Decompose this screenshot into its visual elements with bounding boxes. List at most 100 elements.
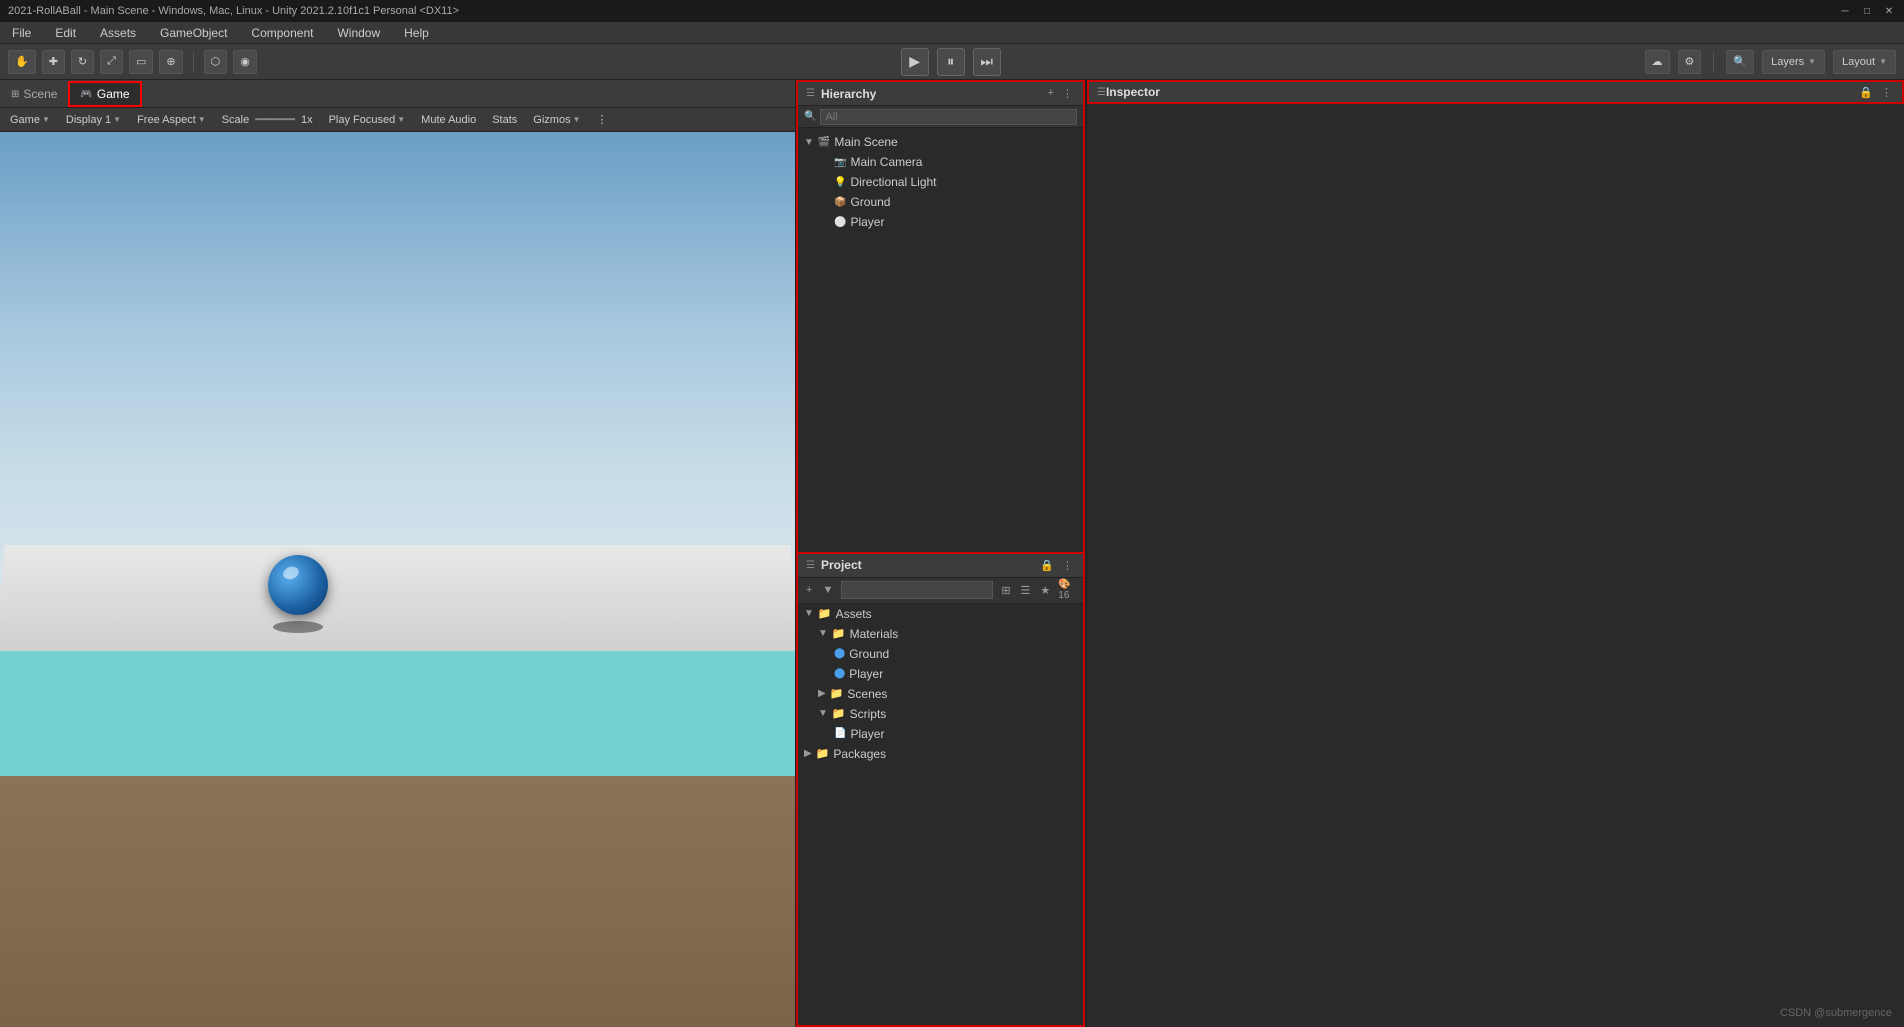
project-favorite[interactable]: ★	[1038, 584, 1052, 597]
scale-tool[interactable]: ⤢	[100, 50, 123, 74]
scenes-folder-icon: 📁	[830, 687, 844, 700]
close-button[interactable]: ✕	[1882, 4, 1896, 18]
pause-button[interactable]: ⏸	[937, 48, 965, 76]
rect-tool[interactable]: ▭	[129, 50, 153, 74]
play-focused-dropdown[interactable]: Play Focused ▼	[325, 113, 410, 127]
inspector-icon: ☰	[1097, 87, 1106, 98]
assets-folder-icon: 📁	[818, 607, 832, 620]
player-material-label: Player	[849, 667, 883, 681]
list-item[interactable]: 📷 Main Camera	[798, 152, 1083, 172]
game-canvas	[0, 132, 795, 1027]
menu-file[interactable]: File	[8, 24, 35, 42]
ball-shadow	[273, 621, 323, 633]
materials-folder-icon: 📁	[832, 627, 846, 640]
tab-scene[interactable]: ⊞ Scene	[0, 81, 68, 107]
list-item[interactable]: ⚪ Player	[798, 212, 1083, 232]
game-tab-icon: 🎮	[80, 89, 92, 100]
player-script-label: Player	[850, 727, 884, 741]
play-button[interactable]: ▶	[901, 48, 929, 76]
step-button[interactable]: ⏭	[973, 48, 1001, 76]
menu-component[interactable]: Component	[247, 24, 317, 42]
inspector-header: ☰ Inspector 🔒 ⋮	[1087, 80, 1904, 104]
watermark-text: CSDN @submergence	[1780, 1007, 1892, 1019]
play-controls: ▶ ⏸ ⏭	[263, 48, 1639, 76]
aspect-dropdown[interactable]: Free Aspect ▼	[133, 113, 210, 127]
transform-tool[interactable]: ⊕	[159, 50, 182, 74]
project-icon-view[interactable]: ⊞	[999, 584, 1012, 597]
inspector-more[interactable]: ⋮	[1879, 86, 1894, 99]
hierarchy-search-input[interactable]	[820, 109, 1077, 125]
search-button[interactable]: 🔍	[1726, 50, 1754, 74]
rotate-tool[interactable]: ↻	[71, 50, 94, 74]
list-item[interactable]: ▼ 📁 Assets	[798, 604, 1083, 624]
main-scene-icon: 🎬	[818, 137, 830, 148]
hand-tool[interactable]: ✋	[8, 50, 36, 74]
list-item[interactable]: ▼ 🎬 Main Scene	[798, 132, 1083, 152]
scene-tab-icon: ⊞	[11, 89, 19, 100]
scripts-folder-icon: 📁	[832, 707, 846, 720]
project-more[interactable]: ⋮	[1060, 559, 1075, 572]
cloud-button[interactable]: ☁	[1645, 50, 1670, 74]
menu-window[interactable]: Window	[333, 24, 384, 42]
display1-dropdown[interactable]: Display 1 ▼	[62, 113, 125, 127]
game-tab-label: Game	[97, 87, 130, 101]
list-item[interactable]: ⬤ Player	[798, 664, 1083, 684]
menu-gameobject[interactable]: GameObject	[156, 24, 231, 42]
gizmos-dropdown[interactable]: Gizmos ▼	[529, 113, 584, 127]
project-search-input[interactable]	[841, 581, 993, 599]
settings-button[interactable]: ⚙	[1678, 50, 1702, 74]
minimize-button[interactable]: ─	[1838, 4, 1852, 18]
inspector-title: Inspector	[1106, 85, 1160, 99]
list-item[interactable]: ▼ 📁 Scripts	[798, 704, 1083, 724]
toolbar-right: ☁ ⚙ 🔍 Layers ▼ Layout ▼	[1645, 50, 1896, 74]
title-bar: 2021-RollABall - Main Scene - Windows, M…	[0, 0, 1904, 22]
list-item[interactable]: 📦 Ground	[798, 192, 1083, 212]
list-item[interactable]: ▼ 📁 Materials	[798, 624, 1083, 644]
list-item[interactable]: 💡 Directional Light	[798, 172, 1083, 192]
layers-dropdown[interactable]: Layers ▼	[1762, 50, 1825, 74]
main-scene-label: Main Scene	[834, 135, 897, 149]
project-controls: 🔒 ⋮	[1038, 559, 1075, 572]
inspector-controls: 🔒 ⋮	[1857, 86, 1894, 99]
ground-cyan	[0, 651, 795, 776]
list-item[interactable]: ▶ 📁 Scenes	[798, 684, 1083, 704]
packages-label: Packages	[833, 747, 886, 761]
main-camera-icon: 📷	[834, 157, 846, 168]
project-toolbar: + ▼ ⊞ ☰ ★ 🎨16	[798, 578, 1083, 604]
toolbar: ✋ ✚ ↻ ⤢ ▭ ⊕ ⬡ ◉ ▶ ⏸ ⏭ ☁ ⚙ 🔍 Layers ▼ Lay…	[0, 44, 1904, 80]
mute-audio-button[interactable]: Mute Audio	[417, 113, 480, 127]
game-toolbar: Game ▼ Display 1 ▼ Free Aspect ▼ Scale ━…	[0, 108, 795, 132]
window-controls: ─ □ ✕	[1838, 4, 1896, 18]
project-lock[interactable]: 🔒	[1038, 559, 1056, 572]
layout-dropdown[interactable]: Layout ▼	[1833, 50, 1896, 74]
hierarchy-content: ▼ 🎬 Main Scene 📷 Main Camera 💡 Direction…	[798, 128, 1083, 552]
stats-button[interactable]: Stats	[488, 113, 521, 127]
local-tool[interactable]: ◉	[233, 50, 257, 74]
middle-panel: ☰ Hierarchy + ⋮ 🔍 ▼ 🎬 Main Scene	[796, 80, 1086, 1027]
hierarchy-add[interactable]: +	[1046, 87, 1056, 100]
project-add[interactable]: +	[804, 584, 814, 596]
packages-folder-icon: 📁	[816, 747, 830, 760]
maximize-button[interactable]: □	[1860, 4, 1874, 18]
layers-arrow: ▼	[1808, 57, 1816, 66]
more-options-button[interactable]: ⋮	[593, 112, 612, 127]
menu-help[interactable]: Help	[400, 24, 433, 42]
project-header: ☰ Project 🔒 ⋮	[798, 554, 1083, 578]
menu-assets[interactable]: Assets	[96, 24, 140, 42]
pivot-tool[interactable]: ⬡	[204, 50, 228, 74]
project-add2[interactable]: ▼	[820, 584, 835, 596]
hierarchy-more[interactable]: ⋮	[1060, 87, 1075, 100]
menu-edit[interactable]: Edit	[51, 24, 80, 42]
list-item[interactable]: 📄 Player	[798, 724, 1083, 744]
hierarchy-controls: + ⋮	[1046, 87, 1075, 100]
list-item[interactable]: ⬤ Ground	[798, 644, 1083, 664]
display-dropdown[interactable]: Game ▼	[6, 113, 54, 127]
project-list-view[interactable]: ☰	[1019, 584, 1033, 597]
tab-game[interactable]: 🎮 Game	[68, 81, 141, 107]
inspector-lock[interactable]: 🔒	[1857, 86, 1875, 99]
ground-icon: 📦	[834, 197, 846, 208]
player-label: Player	[850, 215, 884, 229]
list-item[interactable]: ▶ 📁 Packages	[798, 744, 1083, 764]
scale-control[interactable]: Scale ━━━━━━ 1x	[218, 112, 317, 127]
move-tool[interactable]: ✚	[42, 50, 65, 74]
